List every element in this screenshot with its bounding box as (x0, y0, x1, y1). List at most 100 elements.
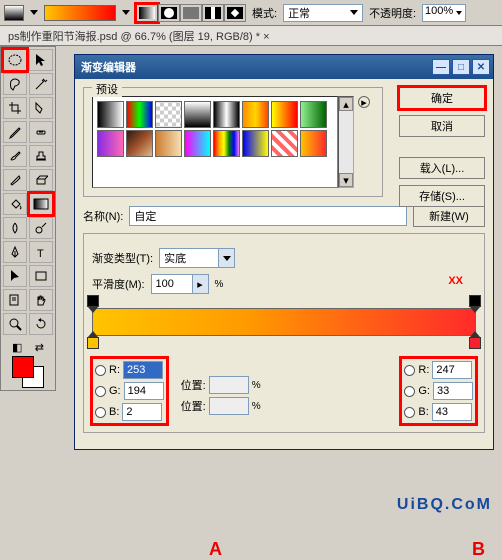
preset-swatch[interactable] (97, 101, 124, 128)
save-button[interactable]: 存储(S)... (399, 185, 485, 207)
preset-swatch[interactable] (184, 101, 211, 128)
marquee-tool[interactable] (3, 49, 27, 71)
color-stop-a[interactable] (87, 337, 99, 349)
cancel-button[interactable]: 取消 (399, 115, 485, 137)
heal-tool[interactable] (29, 121, 53, 143)
presets-flyout-icon[interactable]: ▸ (358, 96, 370, 108)
minimize-button[interactable]: — (432, 59, 450, 75)
reflected-gradient-btn[interactable] (202, 4, 224, 22)
gradient-type-select[interactable]: 实底 (159, 248, 235, 268)
opacity-stop-left[interactable] (87, 295, 99, 307)
brush-tool[interactable] (3, 145, 27, 167)
angle-gradient-btn[interactable] (180, 4, 202, 22)
ok-button[interactable]: 确定 (399, 87, 485, 109)
dodge-tool[interactable] (29, 217, 53, 239)
blend-mode-select[interactable]: 正常 (283, 4, 363, 22)
fg-bg-swatch[interactable] (12, 356, 44, 388)
pos-label: 位置: (181, 398, 206, 414)
smoothness-input[interactable]: 100 ▸ (151, 274, 209, 294)
r-input-b[interactable]: 247 (432, 361, 472, 379)
presets-scrollbar[interactable]: ▴ ▾ (338, 96, 354, 188)
g-input-b[interactable]: 33 (433, 382, 473, 400)
path-select-tool[interactable] (3, 265, 27, 287)
preset-grid[interactable] (92, 96, 338, 188)
fg-swatch[interactable] (4, 5, 24, 21)
type-tool[interactable]: T (29, 241, 53, 263)
preset-swatch[interactable] (242, 130, 269, 157)
diamond-gradient-btn[interactable] (224, 4, 246, 22)
slice-tool[interactable] (29, 97, 53, 119)
gradient-tool[interactable] (29, 193, 53, 215)
radial-gradient-btn[interactable] (158, 4, 180, 22)
presets-label: 预设 (92, 81, 122, 97)
zoom-tool[interactable] (3, 313, 27, 335)
move-tool[interactable] (29, 49, 53, 71)
swatch-dropdown-icon[interactable] (30, 10, 38, 15)
swap-colors-icon[interactable]: ⇄ (35, 341, 44, 354)
b-input-a[interactable]: 2 (122, 403, 162, 421)
pos-label: 位置: (181, 377, 206, 393)
g-input-a[interactable]: 194 (124, 382, 164, 400)
blur-tool[interactable] (3, 217, 27, 239)
smoothness-label: 平滑度(M): (92, 276, 145, 292)
stamp-tool[interactable] (29, 145, 53, 167)
notes-tool[interactable] (3, 289, 27, 311)
lasso-tool[interactable] (3, 73, 27, 95)
preset-swatch[interactable] (155, 101, 182, 128)
preset-swatch[interactable] (271, 101, 298, 128)
rotate-view-tool[interactable] (29, 313, 53, 335)
type-label: 渐变类型(T): (92, 250, 153, 266)
opacity-stop-right[interactable] (469, 295, 481, 307)
radio-b[interactable] (95, 407, 106, 418)
preset-swatch[interactable] (184, 130, 211, 157)
foreground-color[interactable] (12, 356, 34, 378)
gradient-sample[interactable] (44, 5, 116, 21)
pos-input (209, 397, 249, 415)
new-button[interactable]: 新建(W) (413, 205, 485, 227)
maximize-button[interactable]: □ (452, 59, 470, 75)
xx-annotation: XX (448, 275, 463, 287)
linear-gradient-btn[interactable] (136, 4, 158, 22)
eraser-tool[interactable] (29, 169, 53, 191)
load-button[interactable]: 载入(L)... (399, 157, 485, 179)
scroll-up-icon[interactable]: ▴ (339, 97, 353, 111)
preset-swatch[interactable] (126, 130, 153, 157)
wand-tool[interactable] (29, 73, 53, 95)
scroll-down-icon[interactable]: ▾ (339, 173, 353, 187)
color-stop-b[interactable] (469, 337, 481, 349)
radio-r[interactable] (95, 365, 106, 376)
eyedropper-tool[interactable] (3, 121, 27, 143)
radio-g[interactable] (404, 386, 415, 397)
paint-bucket-tool[interactable] (3, 193, 27, 215)
color-swatches: ◧⇄ (3, 341, 53, 388)
shape-tool[interactable] (29, 265, 53, 287)
history-brush-tool[interactable] (3, 169, 27, 191)
rgb-b-group: R:247 G:33 B:43 (401, 358, 476, 424)
preset-swatch[interactable] (242, 101, 269, 128)
b-input-b[interactable]: 43 (432, 403, 472, 421)
crop-tool[interactable] (3, 97, 27, 119)
preset-swatch[interactable] (213, 101, 240, 128)
grad-dropdown-icon[interactable] (122, 10, 130, 15)
gradient-bar[interactable] (92, 308, 476, 336)
close-button[interactable]: ✕ (472, 59, 490, 75)
pen-tool[interactable] (3, 241, 27, 263)
dialog-titlebar[interactable]: 渐变编辑器 — □ ✕ (75, 55, 493, 79)
preset-swatch[interactable] (300, 130, 327, 157)
preset-swatch[interactable] (213, 130, 240, 157)
preset-swatch[interactable] (97, 130, 124, 157)
preset-swatch[interactable] (155, 130, 182, 157)
opacity-field[interactable]: 100% (422, 4, 466, 22)
radio-g[interactable] (95, 386, 106, 397)
name-input[interactable]: 自定 (129, 206, 407, 226)
preset-swatch[interactable] (126, 101, 153, 128)
toolbox: T ◧⇄ (0, 46, 56, 391)
preset-swatch[interactable] (300, 101, 327, 128)
default-colors-icon[interactable]: ◧ (12, 341, 22, 354)
preset-swatch[interactable] (271, 130, 298, 157)
radio-r[interactable] (404, 365, 415, 376)
document-tab[interactable]: ps制作重阳节海报.psd @ 66.7% (图层 19, RGB/8) * × (0, 26, 502, 46)
r-input-a[interactable]: 253 (123, 361, 163, 379)
radio-b[interactable] (404, 407, 415, 418)
hand-tool[interactable] (29, 289, 53, 311)
